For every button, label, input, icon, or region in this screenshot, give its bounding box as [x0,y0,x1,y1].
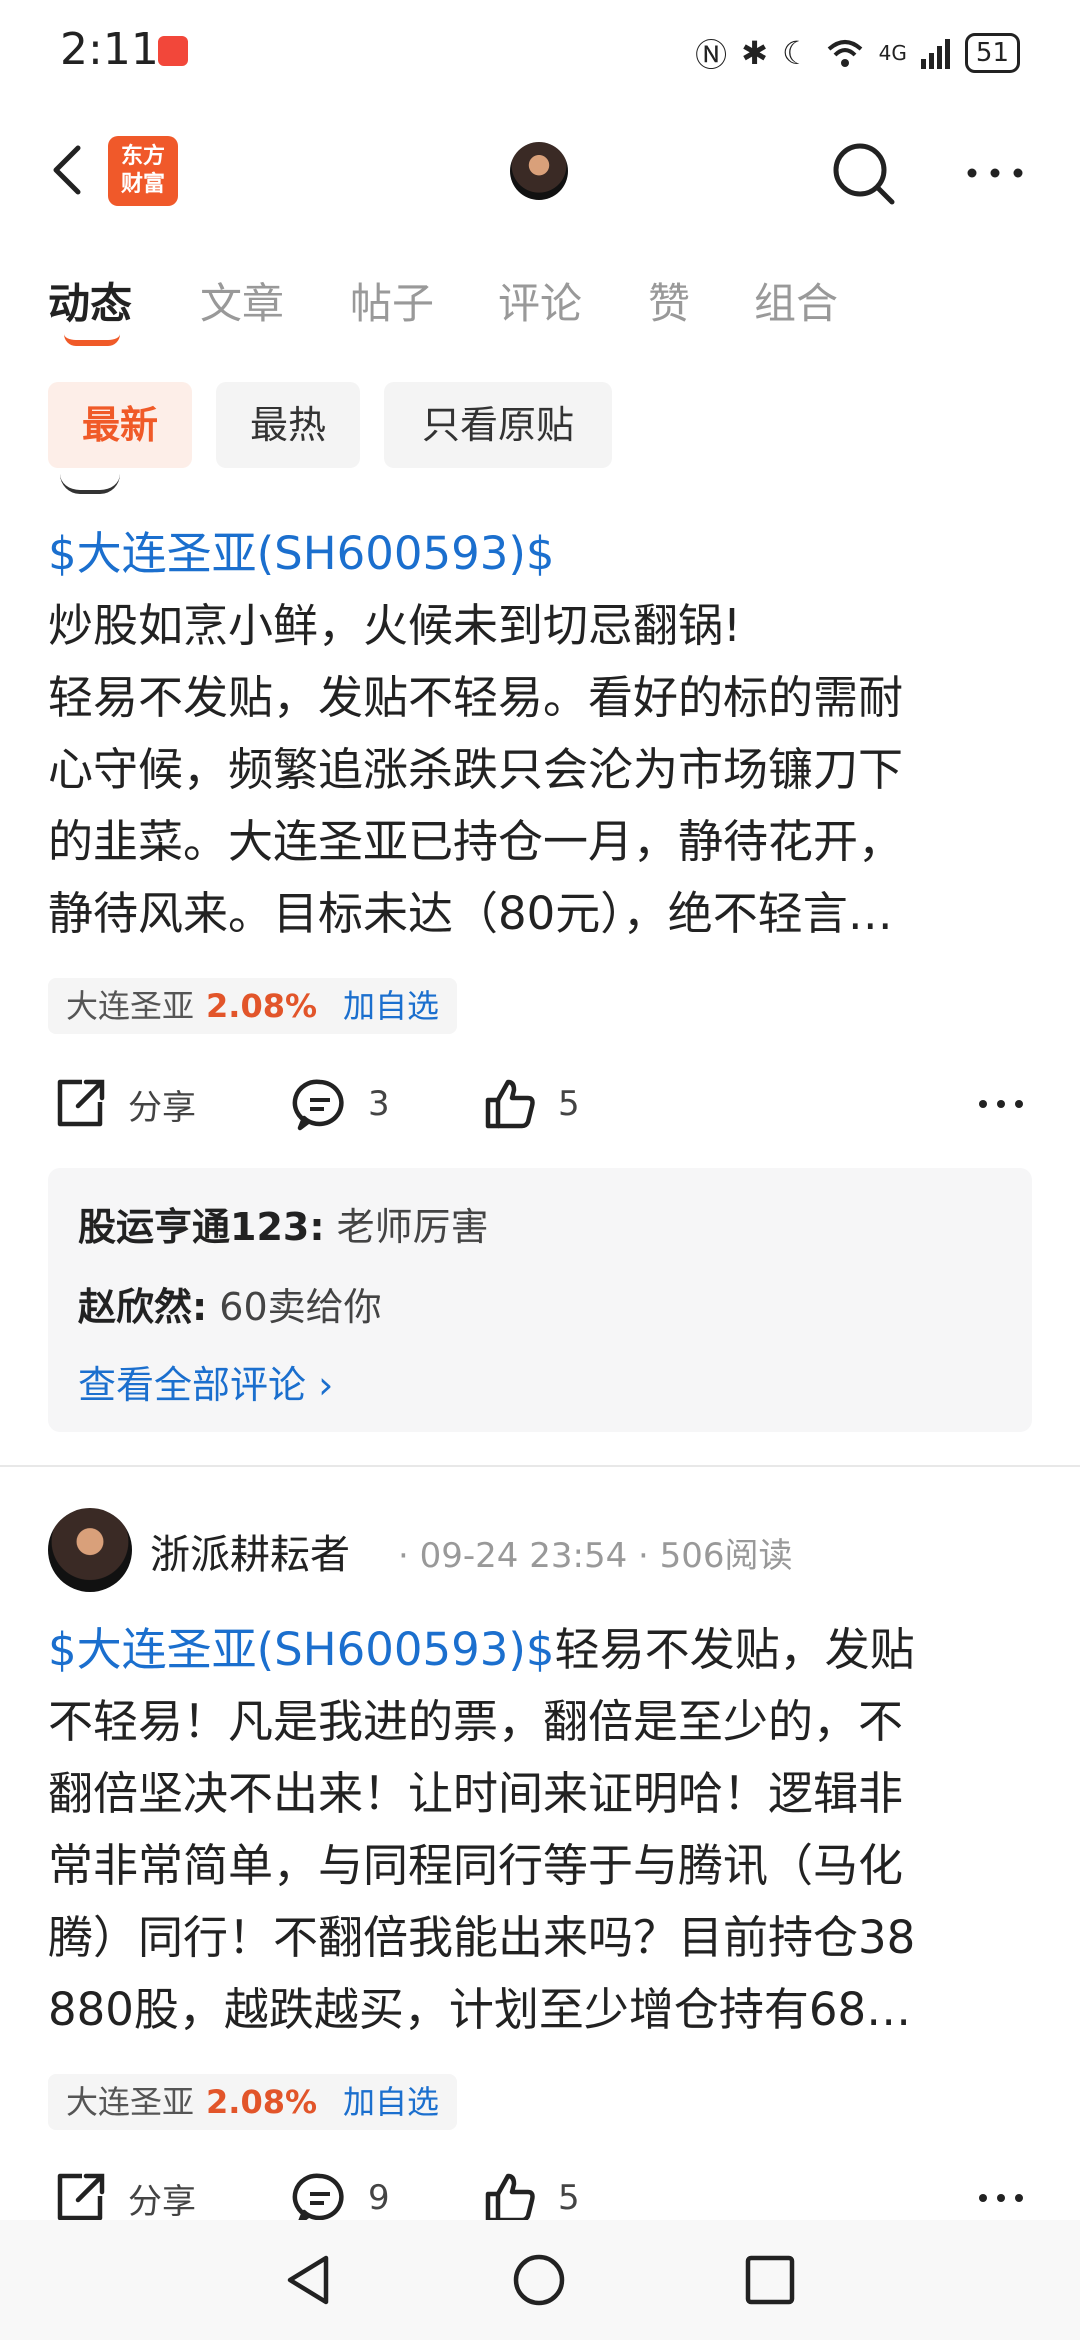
stock-link[interactable]: $大连圣亚(SH600593)$ [48,518,1038,590]
active-tab-indicator [64,334,120,346]
post-more-icon[interactable] [976,1086,1026,1122]
post-actions: 分享 3 5 [0,1064,1080,1144]
app-logo[interactable]: 东方 财富 [108,136,178,206]
bluetooth-icon: ✱ [741,34,768,72]
share-label: 分享 [128,1087,196,1128]
post-text-line: 翻倍坚决不出来！让时间来证明哈！逻辑非 [48,1767,904,1820]
comment-text: 老师厉害 [336,1205,489,1249]
comment-user[interactable]: 赵欣然: [78,1285,207,1329]
logo-line-1: 东方 [120,144,165,169]
more-options-icon[interactable] [960,138,1030,208]
comment-icon [292,2173,344,2220]
post-text-line: 炒股如烹小鲜，火候未到切忌翻锅! [48,599,742,652]
like-button[interactable]: 5 [482,2158,580,2220]
comment-user[interactable]: 股运亨通123: [78,1205,325,1249]
like-button[interactable]: 5 [482,1064,580,1144]
stock-link[interactable]: $大连圣亚(SH600593)$ [48,1623,555,1676]
signal-icon [920,39,950,69]
tab-articles[interactable]: 文章 [200,270,284,331]
stock-change: 2.08% [206,2083,318,2121]
comment-count: 3 [368,1084,390,1124]
comment-button[interactable]: 3 [292,1064,390,1144]
nav-home-icon[interactable] [511,2252,567,2308]
comment-item: 赵欣然: 60卖给你 [78,1276,382,1331]
share-icon [57,1079,105,1127]
tab-comments[interactable]: 评论 [498,270,582,331]
post-text-line: 轻易不发贴，发贴不轻易。看好的标的需耐 [48,671,904,724]
author-name[interactable]: 浙派耕耘者 [150,1522,350,1580]
nfc-icon: Ⓝ [695,36,728,74]
back-arrow-icon[interactable] [40,140,100,200]
battery-icon: 51 [964,33,1020,73]
filter-hot[interactable]: 最热 [216,382,360,468]
comment-button[interactable]: 9 [292,2158,390,2220]
post-divider [0,1465,1080,1467]
share-button[interactable]: 分享 [52,2158,196,2220]
post-text-line: 的韭菜。大连圣亚已持仓一月，静待花开， [48,815,904,868]
comment-icon [292,1079,344,1131]
post-text-line: 心守候，频繁追涨杀跌只会沦为市场镰刀下 [48,743,904,796]
tab-likes[interactable]: 赞 [648,270,690,331]
tab-portfolio[interactable]: 组合 [754,270,838,331]
stock-change: 2.08% [206,987,318,1025]
like-count: 5 [558,2178,580,2218]
wifi-icon [827,40,862,67]
comment-preview-box[interactable]: 股运亨通123: 老师厉害 赵欣然: 60卖给你 查看全部评论 › [48,1168,1032,1432]
filter-latest[interactable]: 最新 [48,382,192,468]
filter-original-only[interactable]: 只看原贴 [384,382,612,468]
thumbs-up-icon [485,1079,535,1129]
post-text-line: 不轻易！凡是我进的票，翻倍是至少的，不 [48,1695,904,1748]
logo-line-2: 财富 [120,172,165,197]
tab-posts[interactable]: 帖子 [350,270,434,331]
stock-chip[interactable]: 大连圣亚 2.08% 加自选 [48,978,458,1034]
notification-icon [158,36,188,66]
add-watchlist-button[interactable]: 加自选 [343,987,439,1025]
post-text-line: 880股，越跌越买，计划至少增仓持有68… [48,1983,912,2036]
post-content[interactable]: $大连圣亚(SH600593)$轻易不发贴，发贴 不轻易！凡是我进的票，翻倍是至… [48,1614,1038,2046]
stock-name: 大连圣亚 [66,2083,195,2121]
stock-chip[interactable]: 大连圣亚 2.08% 加自选 [48,2074,458,2130]
comment-count: 9 [368,2178,390,2218]
profile-tabs: 动态 文章 帖子 评论 赞 组合 [0,260,1080,350]
profile-avatar[interactable] [510,142,568,200]
tab-dynamic[interactable]: 动态 [48,270,132,331]
post-actions: 分享 9 5 [0,2158,1080,2220]
moon-icon: ☾ [781,34,811,72]
post-content[interactable]: $大连圣亚(SH600593)$ 炒股如烹小鲜，火候未到切忌翻锅! 轻易不发贴，… [48,518,1038,950]
post-text-line: 静待风来。目标未达（80元），绝不轻言… [48,887,893,940]
post-meta: · 09-24 23:54 · 506阅读 [398,1536,793,1576]
status-bar: 2:11 Ⓝ ✱ ☾ 4G 51 [0,0,1080,110]
share-icon [57,2173,105,2220]
post-text-line: 轻易不发贴，发贴 [554,1623,915,1676]
system-nav-bar [0,2220,1080,2340]
like-count: 5 [558,1084,580,1124]
status-time: 2:11 [60,24,159,75]
post-text-line: 腾）同行！不翻倍我能出来吗？目前持仓38 [48,1911,916,1964]
post-more-icon[interactable] [976,2180,1026,2216]
nav-recents-icon[interactable] [742,2252,798,2308]
top-bar: 东方 财富 [0,120,1080,220]
post-author-avatar-partial[interactable] [60,474,120,494]
thumbs-up-icon [485,2173,535,2220]
post-text-line: 常非常简单，与同程同行等于与腾讯（马化 [48,1839,904,1892]
share-label: 分享 [128,2181,196,2221]
share-button[interactable]: 分享 [52,1064,196,1144]
search-icon[interactable] [828,138,898,208]
view-all-comments-link[interactable]: 查看全部评论 › [78,1354,333,1409]
comment-item: 股运亨通123: 老师厉害 [78,1196,489,1251]
author-avatar[interactable] [48,1508,132,1592]
stock-name: 大连圣亚 [66,987,195,1025]
add-watchlist-button[interactable]: 加自选 [343,2083,439,2121]
status-icons: Ⓝ ✱ ☾ 4G 51 [695,30,1020,76]
network-label: 4G [878,41,907,65]
comment-text: 60卖给你 [219,1285,382,1329]
nav-back-icon[interactable] [282,2252,338,2308]
